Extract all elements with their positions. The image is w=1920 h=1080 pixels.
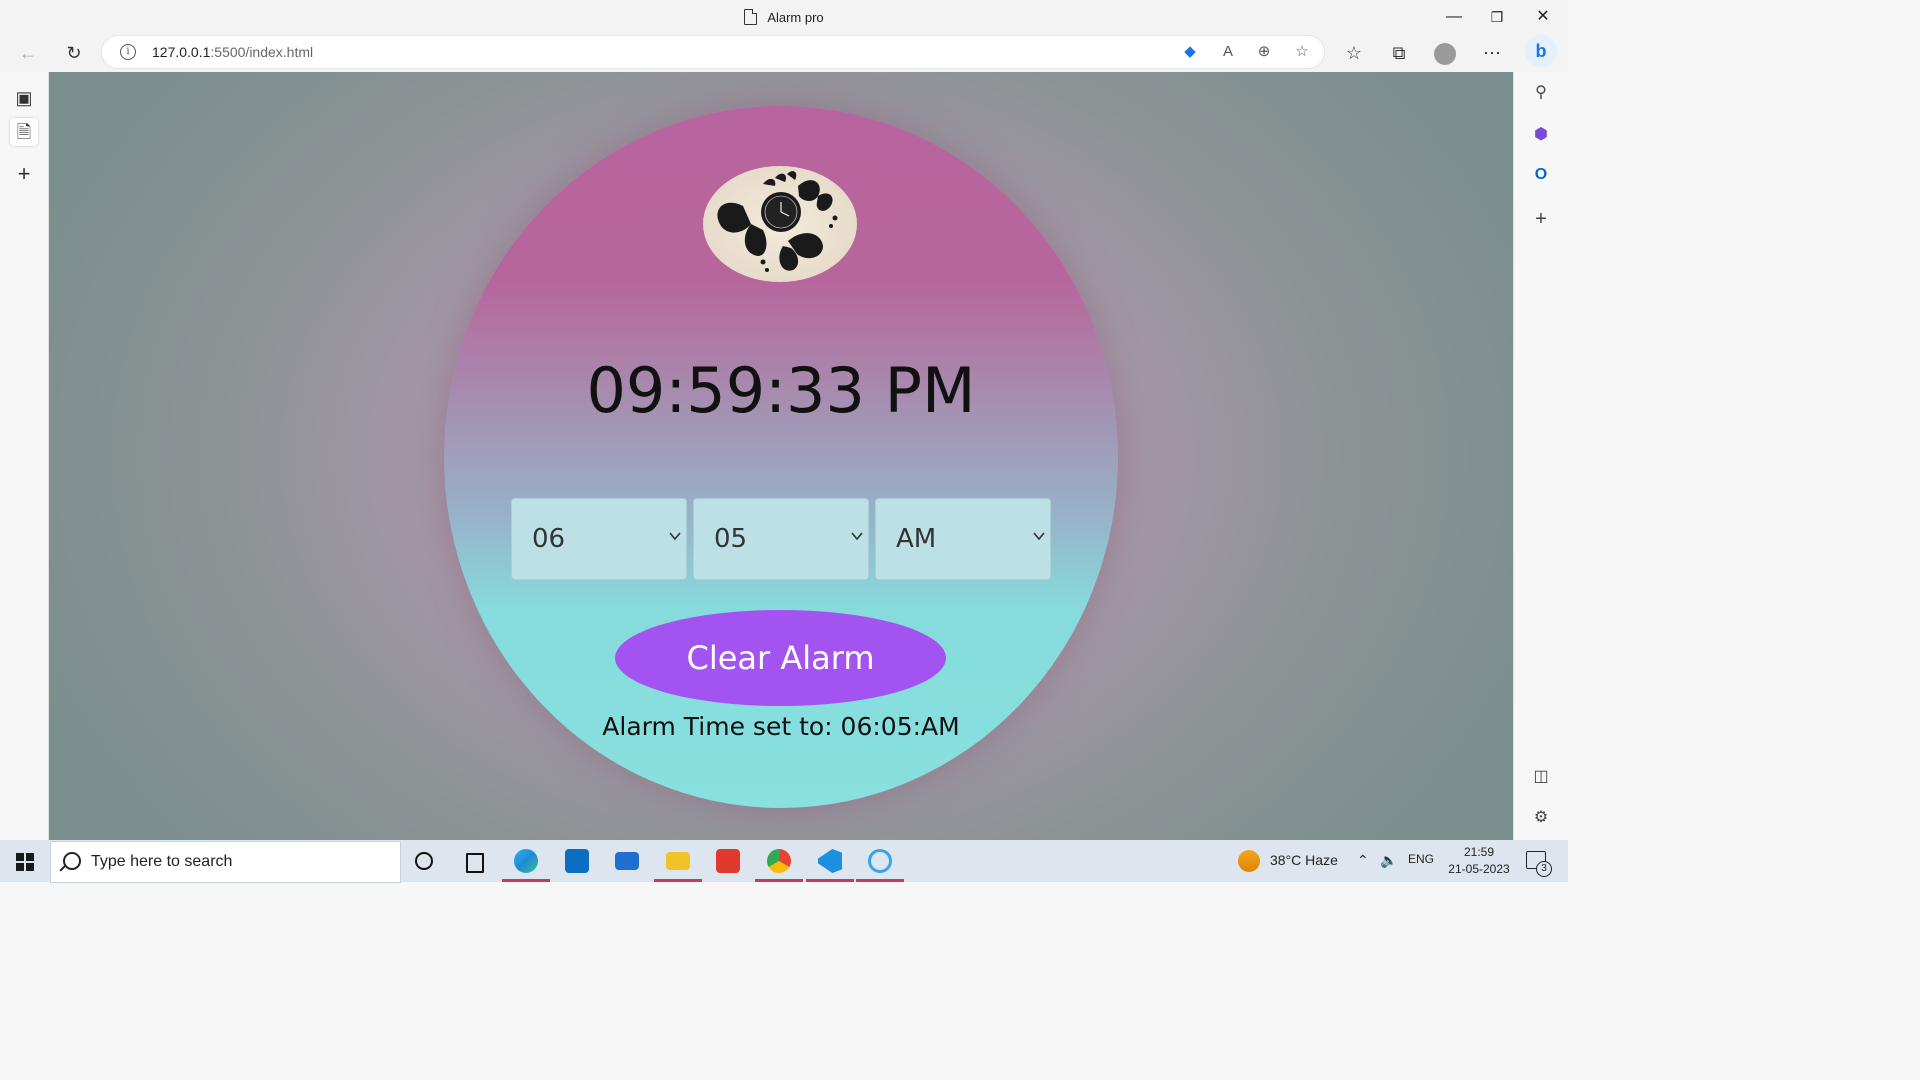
language-indicator[interactable]: ENG — [1408, 852, 1434, 866]
taskbar-search-box[interactable]: Type here to search — [50, 841, 401, 883]
read-aloud-icon[interactable]: A — [1216, 40, 1240, 64]
app-indicator — [806, 879, 854, 882]
search-icon — [63, 852, 81, 870]
add-sidebar-app-icon[interactable]: + — [1528, 206, 1554, 232]
active-app-indicator — [502, 879, 550, 882]
hide-sidebar-icon[interactable]: ◫ — [1528, 764, 1554, 790]
butterfly-clock-icon — [717, 171, 838, 272]
back-icon[interactable]: ← — [14, 39, 42, 67]
profile-avatar-icon[interactable] — [1431, 39, 1459, 67]
refresh-icon[interactable]: ↻ — [60, 39, 88, 67]
notification-count-badge: 3 — [1536, 861, 1552, 877]
page-viewport: 09:59:33 PM 06 05 AM Clear Alarm Alarm T… — [49, 72, 1513, 840]
collections-icon[interactable]: ⧉ — [1385, 39, 1413, 67]
cortana-icon[interactable] — [406, 844, 442, 878]
active-tab-page-icon[interactable]: 🗎 — [10, 118, 38, 146]
chrome-icon[interactable] — [755, 844, 803, 882]
app-indicator — [654, 879, 702, 882]
outlook-icon[interactable]: O — [1528, 162, 1554, 188]
close-button[interactable]: ✕ — [1520, 4, 1566, 30]
current-time-display: 09:59:33 PM — [586, 354, 976, 427]
clock-logo-image — [703, 166, 857, 282]
taskbar-time: 21:59 — [1463, 845, 1495, 859]
url-text[interactable]: 127.0.0.1:5500/index.html — [152, 44, 313, 60]
url-host: 127.0.0.1 — [152, 44, 211, 60]
taskbar-search-placeholder: Type here to search — [91, 853, 233, 870]
edge-taskbar-icon[interactable] — [502, 844, 550, 882]
page-icon — [744, 9, 758, 25]
windows-start-icon[interactable] — [16, 853, 34, 871]
vertical-tabs-strip: ▣ 🗎 + — [0, 72, 49, 840]
address-bar[interactable]: i 127.0.0.1:5500/index.html ◆ A ⊕ ☆ — [102, 36, 1324, 68]
alarm-status-text: Alarm Time set to: 06:05:AM — [602, 712, 960, 741]
tray-chevron-up-icon[interactable]: ⌃ — [1357, 852, 1369, 869]
internet-explorer-icon[interactable] — [856, 844, 904, 882]
window-title-wrap: Alarm pro — [0, 9, 1568, 25]
favorite-add-icon[interactable]: ☆ — [1290, 40, 1314, 64]
more-menu-icon[interactable]: ⋯ — [1478, 39, 1506, 67]
zoom-icon[interactable]: ⊕ — [1252, 40, 1276, 64]
chevron-down-icon — [1033, 532, 1045, 541]
title-bar: Alarm pro — ❐ ✕ — [0, 0, 1568, 34]
mail-icon[interactable] — [609, 844, 645, 878]
new-tab-icon[interactable]: + — [10, 160, 38, 188]
alarm-card: 09:59:33 PM 06 05 AM Clear Alarm Alarm T… — [444, 106, 1118, 808]
ampm-select[interactable]: AM — [875, 498, 1051, 580]
site-info-icon[interactable]: i — [120, 44, 136, 60]
task-view-icon[interactable] — [456, 844, 492, 878]
app-indicator — [856, 879, 904, 882]
alarm-time-selectors: 06 05 AM — [511, 498, 1051, 580]
ampm-select-value: AM — [896, 524, 937, 554]
hour-select[interactable]: 06 — [511, 498, 687, 580]
favorites-icon[interactable]: ☆ — [1340, 39, 1368, 67]
restore-button[interactable]: ❐ — [1474, 4, 1520, 30]
tab-actions-icon[interactable]: ▣ — [10, 84, 38, 112]
weather-haze-icon[interactable] — [1238, 850, 1260, 872]
windows-taskbar: Type here to search 38°C Haze ⌃ 🔈 ENG 21… — [0, 840, 1568, 883]
hour-select-value: 06 — [532, 524, 566, 554]
browser-toolbar: ← ↻ i 127.0.0.1:5500/index.html ◆ A ⊕ ☆ … — [0, 34, 1568, 72]
minute-select[interactable]: 05 — [693, 498, 869, 580]
minimize-button[interactable]: — — [1431, 4, 1477, 30]
app-indicator — [755, 879, 803, 882]
shopping-tag-icon[interactable]: ◆ — [1178, 40, 1202, 64]
vscode-icon[interactable] — [806, 844, 854, 882]
notification-center-icon[interactable]: 3 — [1526, 851, 1552, 877]
clear-alarm-button[interactable]: Clear Alarm — [615, 610, 946, 706]
window-title: Alarm pro — [767, 10, 824, 25]
office-icon[interactable]: ⬢ — [1528, 122, 1554, 148]
wps-office-icon[interactable] — [710, 844, 746, 878]
url-path: :5500/index.html — [210, 44, 314, 60]
chevron-down-icon — [669, 532, 681, 541]
taskbar-date: 21-05-2023 — [1448, 862, 1510, 876]
minute-select-value: 05 — [714, 524, 748, 554]
settings-gear-icon[interactable]: ⚙ — [1528, 805, 1554, 831]
volume-icon[interactable]: 🔈 — [1380, 852, 1397, 869]
dell-app-icon[interactable] — [559, 844, 595, 878]
weather-text[interactable]: 38°C Haze — [1270, 852, 1338, 868]
file-explorer-icon[interactable] — [654, 844, 702, 882]
bing-copilot-icon[interactable]: b — [1525, 35, 1557, 67]
taskbar-clock[interactable]: 21:59 21-05-2023 — [1446, 845, 1512, 876]
chevron-down-icon — [851, 532, 863, 541]
search-icon[interactable]: ⚲ — [1528, 80, 1554, 106]
edge-sidebar: ⚲ ⬢ O + ◫ ⚙ — [1513, 72, 1569, 840]
